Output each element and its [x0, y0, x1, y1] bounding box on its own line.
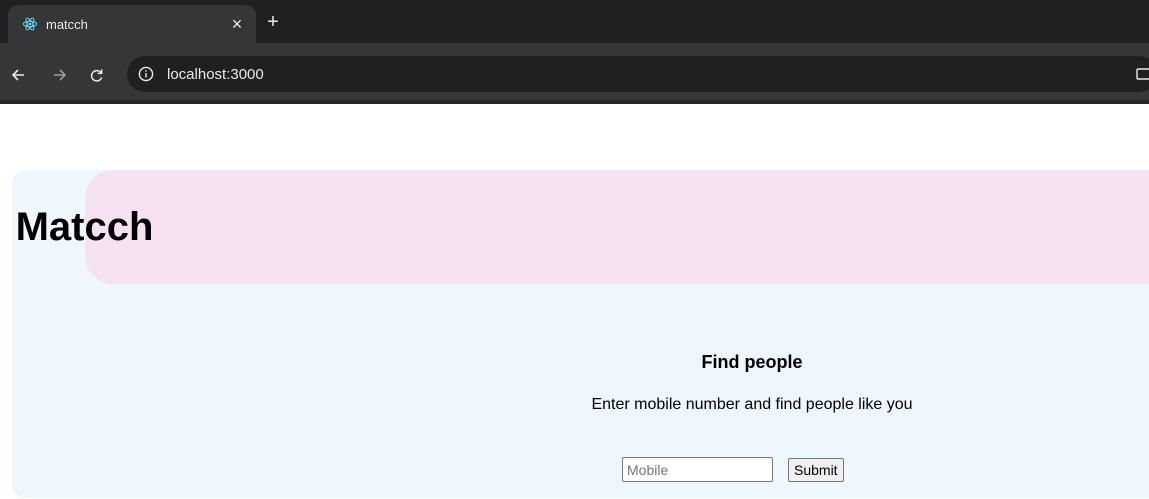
arrow-left-icon: [11, 69, 24, 81]
back-button[interactable]: [8, 65, 28, 85]
info-icon[interactable]: [135, 63, 157, 85]
reload-button[interactable]: [86, 65, 106, 85]
forward-button[interactable]: [50, 65, 70, 85]
find-people-heading: Find people: [701, 352, 803, 372]
tab-title: matcch: [46, 16, 88, 32]
browser-tab[interactable]: matcch ×: [8, 5, 256, 43]
address-bar[interactable]: localhost:3000: [127, 56, 1149, 92]
app-title-wrap: Matcch: [12, 170, 1149, 284]
app-title: Matcch: [15, 204, 154, 249]
tab-strip: matcch × +: [0, 0, 1149, 43]
app-container: Matcch Find people Enter mobile number a…: [12, 170, 1149, 498]
browser-toolbar: localhost:3000: [0, 43, 1149, 104]
url-text: localhost:3000: [167, 65, 264, 83]
find-people-description: Enter mobile number and find people like…: [591, 396, 913, 413]
page-viewport: Matcch Find people Enter mobile number a…: [0, 104, 1149, 499]
browser-chrome: matcch × + localhost:3000: [0, 0, 1149, 104]
react-icon: [22, 16, 38, 32]
find-people-form: Submit: [622, 457, 844, 482]
submit-button[interactable]: Submit: [788, 457, 844, 482]
close-icon[interactable]: ×: [226, 13, 248, 35]
cast-icon[interactable]: [1136, 67, 1149, 83]
new-tab-button[interactable]: +: [262, 11, 284, 33]
arrow-right-icon: [54, 69, 67, 81]
reload-icon: [90, 68, 102, 82]
mobile-input[interactable]: [622, 457, 773, 482]
